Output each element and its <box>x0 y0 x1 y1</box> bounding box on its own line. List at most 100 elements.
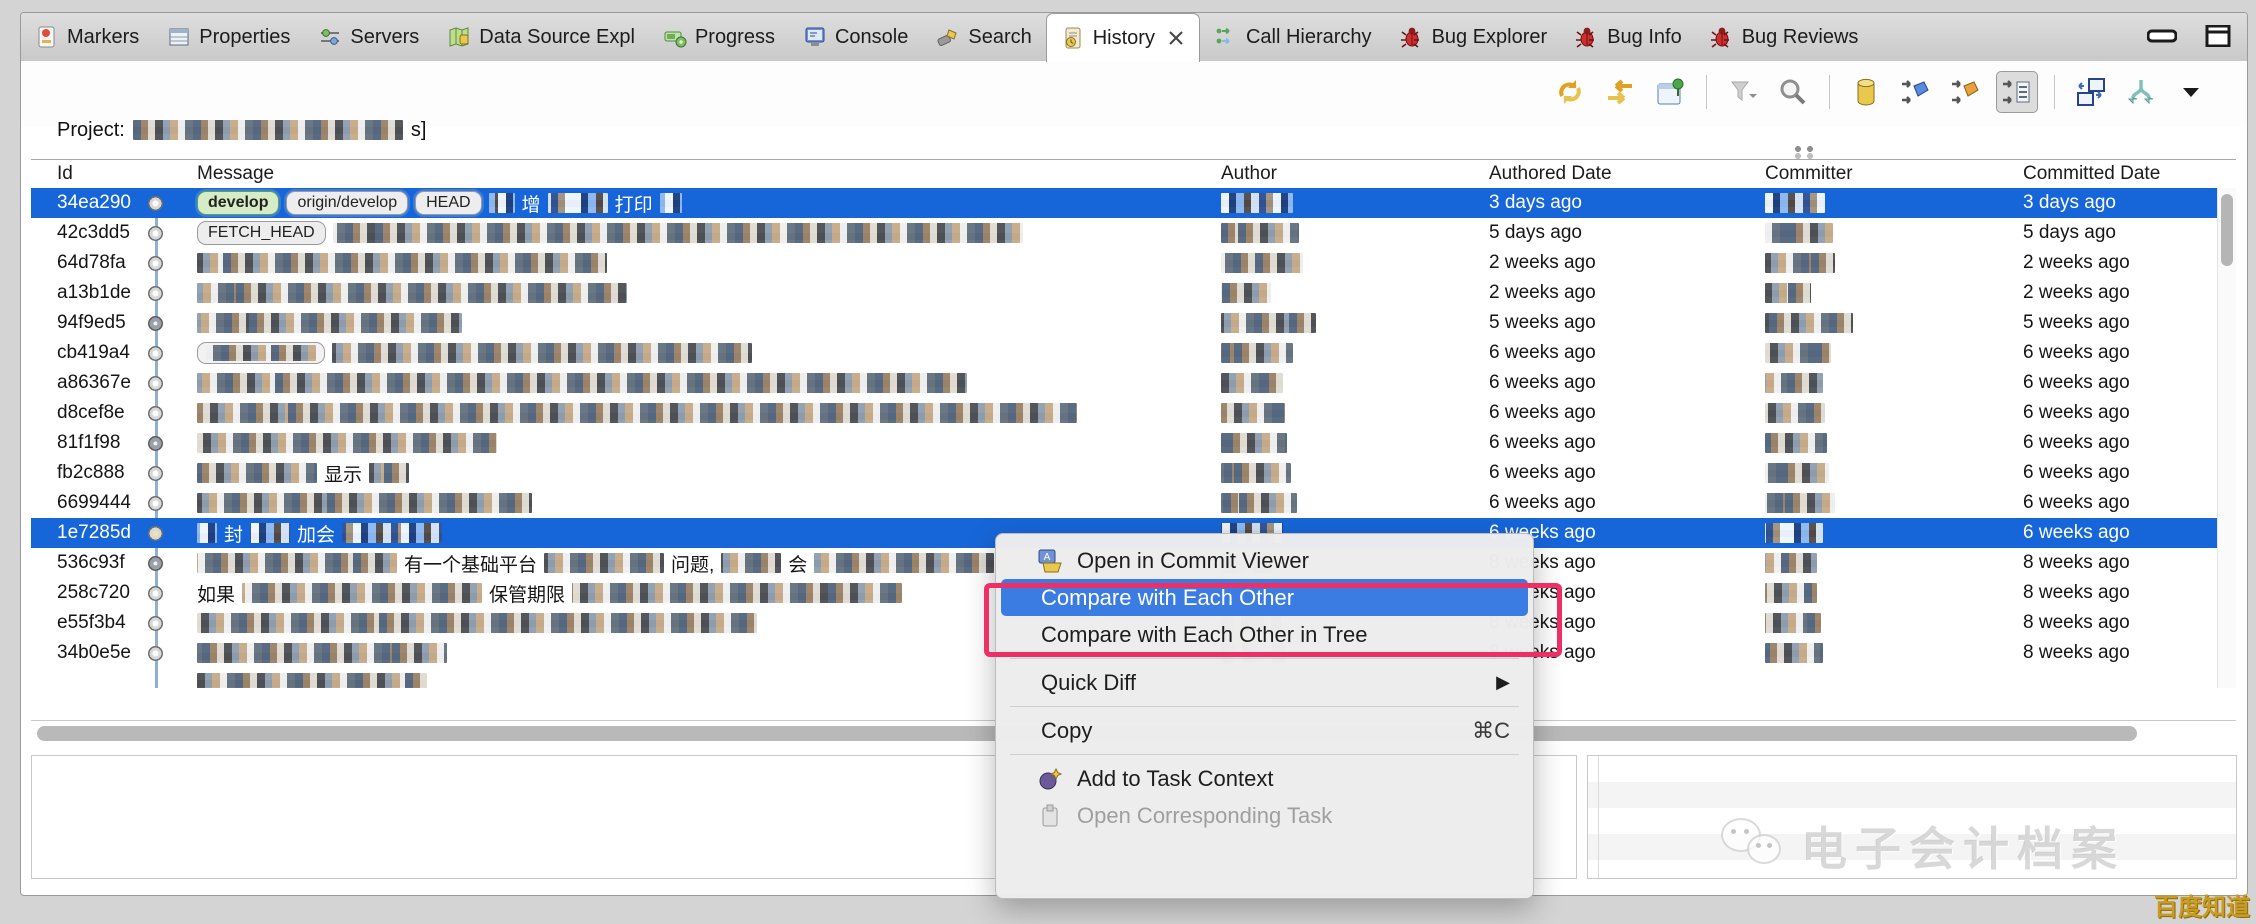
refresh-icon[interactable] <box>1550 72 1590 112</box>
authored-date: 6 weeks ago <box>1489 372 1596 394</box>
menu-item-quick-diff[interactable]: Quick Diff▶ <box>1001 664 1528 701</box>
project-name-censored <box>133 120 403 140</box>
tab-servers[interactable]: Servers <box>304 13 433 61</box>
show-all-branches-icon[interactable] <box>1846 72 1886 112</box>
compare-mode-blue-icon[interactable] <box>1896 72 1936 112</box>
markers-icon <box>35 25 59 49</box>
table-row-81f1f98[interactable]: 81f1f986 weeks ago6 weeks ago <box>31 428 2217 458</box>
ref-badge-fetch-head: FETCH_HEAD <box>197 221 326 245</box>
column-header-message[interactable]: Message <box>197 163 274 185</box>
tab-bug-info[interactable]: Bug Info <box>1561 13 1696 61</box>
table-row-6699444[interactable]: 66994446 weeks ago6 weeks ago <box>31 488 2217 518</box>
toolbar-separator <box>2054 75 2055 109</box>
table-row-94f9ed5[interactable]: 94f9ed55 weeks ago5 weeks ago <box>31 308 2217 338</box>
datasource-icon <box>447 25 471 49</box>
bug-icon <box>1400 25 1424 49</box>
tab-history[interactable]: History <box>1046 13 1200 62</box>
tab-markers[interactable]: Markers <box>21 13 153 61</box>
censored-text <box>197 253 607 273</box>
commit-message: developorigin/developHEAD增打印 <box>197 190 682 216</box>
table-row-fb2c888[interactable]: fb2c888显示6 weeks ago6 weeks ago <box>31 458 2217 488</box>
censored-text <box>197 373 967 393</box>
committer-censored <box>1765 193 1825 213</box>
committer-censored <box>1765 373 1823 393</box>
pin-view-icon[interactable] <box>1650 72 1690 112</box>
commit-graph-dot <box>148 196 163 211</box>
censored-text <box>197 553 397 573</box>
table-row-a13b1de[interactable]: a13b1de2 weeks ago2 weeks ago <box>31 278 2217 308</box>
tab-search[interactable]: Search <box>922 13 1045 61</box>
fetch-push-icon[interactable] <box>1600 72 1640 112</box>
commit-message <box>197 640 447 666</box>
table-row-a86367e[interactable]: a86367e6 weeks ago6 weeks ago <box>31 368 2217 398</box>
link-with-editor-icon[interactable] <box>2071 72 2111 112</box>
message-fragment: 问题, <box>671 550 714 577</box>
tab-progress[interactable]: Progress <box>649 13 789 61</box>
author-censored <box>1221 313 1316 333</box>
commit-graph-dot <box>148 226 163 241</box>
minimize-button[interactable] <box>2147 25 2177 47</box>
censored-text <box>250 523 290 543</box>
table-row-42c3dd5[interactable]: 42c3dd5FETCH_HEAD5 days ago5 days ago <box>31 218 2217 248</box>
tab-bug-reviews[interactable]: Bug Reviews <box>1696 13 1873 61</box>
censored-text <box>197 493 532 513</box>
authored-date: 5 days ago <box>1489 222 1582 244</box>
tab-properties[interactable]: Properties <box>153 13 304 61</box>
censored-text <box>814 553 994 573</box>
commit-graph-dot <box>148 466 163 481</box>
tab-console[interactable]: Console <box>789 13 922 61</box>
find-icon[interactable] <box>1773 72 1813 112</box>
commit-graph-dot <box>148 346 163 361</box>
branch-split-icon[interactable] <box>2121 72 2161 112</box>
menu-item-copy[interactable]: Copy⌘C <box>1001 712 1528 749</box>
commitviewer-icon: A <box>1037 548 1063 574</box>
committer-censored <box>1765 433 1827 453</box>
table-row-34ea290[interactable]: 34ea290developorigin/developHEAD增打印3 day… <box>31 188 2217 218</box>
taskopen-icon <box>1037 803 1063 829</box>
tab-label: Servers <box>350 26 419 49</box>
submenu-arrow-icon: ▶ <box>1496 672 1510 693</box>
menu-item-add-to-task-context[interactable]: Add to Task Context <box>1001 760 1528 797</box>
ref-badge-develop: develop <box>197 191 279 215</box>
commit-graph-dot <box>148 436 163 451</box>
menu-item-label: Open Corresponding Task <box>1077 803 1332 829</box>
table-row-d8cef8e[interactable]: d8cef8e6 weeks ago6 weeks ago <box>31 398 2217 428</box>
vertical-scrollbar-thumb[interactable] <box>2221 194 2233 266</box>
tab-label: Data Source Expl <box>479 26 635 49</box>
menu-item-open-in-commit-viewer[interactable]: AOpen in Commit Viewer <box>1001 542 1528 579</box>
author-censored <box>1221 223 1299 243</box>
tab-call-hierarchy[interactable]: Call Hierarchy <box>1200 13 1386 61</box>
fold-messages-icon[interactable] <box>1996 71 2038 113</box>
servers-icon <box>318 25 342 49</box>
commit-graph-dot <box>148 586 163 601</box>
column-header-committed-date[interactable]: Committed Date <box>2023 163 2160 185</box>
table-row-64d78fa[interactable]: 64d78fa2 weeks ago2 weeks ago <box>31 248 2217 278</box>
column-header-id[interactable]: Id <box>57 163 73 185</box>
authored-date: 2 weeks ago <box>1489 282 1596 304</box>
table-row-cb419a4[interactable]: cb419a46 weeks ago6 weeks ago <box>31 338 2217 368</box>
filter-disabled-icon[interactable] <box>1723 72 1763 112</box>
vertical-scrollbar[interactable] <box>2217 188 2236 688</box>
column-header-authored-date[interactable]: Authored Date <box>1489 163 1612 185</box>
censored-text <box>197 433 497 453</box>
compare-mode-orange-icon[interactable] <box>1946 72 1986 112</box>
column-header-author[interactable]: Author <box>1221 163 1277 185</box>
authored-date: 2 weeks ago <box>1489 252 1596 274</box>
commit-graph-dot <box>148 646 163 661</box>
bug-icon <box>1710 25 1734 49</box>
menu-item-compare-with-each-other-in-tree[interactable]: Compare with Each Other in Tree <box>1001 616 1528 653</box>
tab-close-icon[interactable] <box>1167 29 1185 47</box>
menu-item-compare-with-each-other[interactable]: Compare with Each Other <box>1001 579 1528 616</box>
view-menu-icon[interactable] <box>2171 72 2211 112</box>
maximize-button[interactable] <box>2203 25 2233 47</box>
tab-label: Console <box>835 26 908 49</box>
tab-data-source-expl[interactable]: Data Source Expl <box>433 13 649 61</box>
censored-text <box>332 343 752 363</box>
author-censored <box>1221 343 1293 363</box>
column-header-committer[interactable]: Committer <box>1765 163 1853 185</box>
menu-item-label: Add to Task Context <box>1077 766 1274 792</box>
menu-separator <box>1010 706 1519 707</box>
tab-bug-explorer[interactable]: Bug Explorer <box>1386 13 1562 61</box>
message-fragment: 有一个基础平台 <box>404 550 537 577</box>
commit-graph-dot <box>148 256 163 271</box>
